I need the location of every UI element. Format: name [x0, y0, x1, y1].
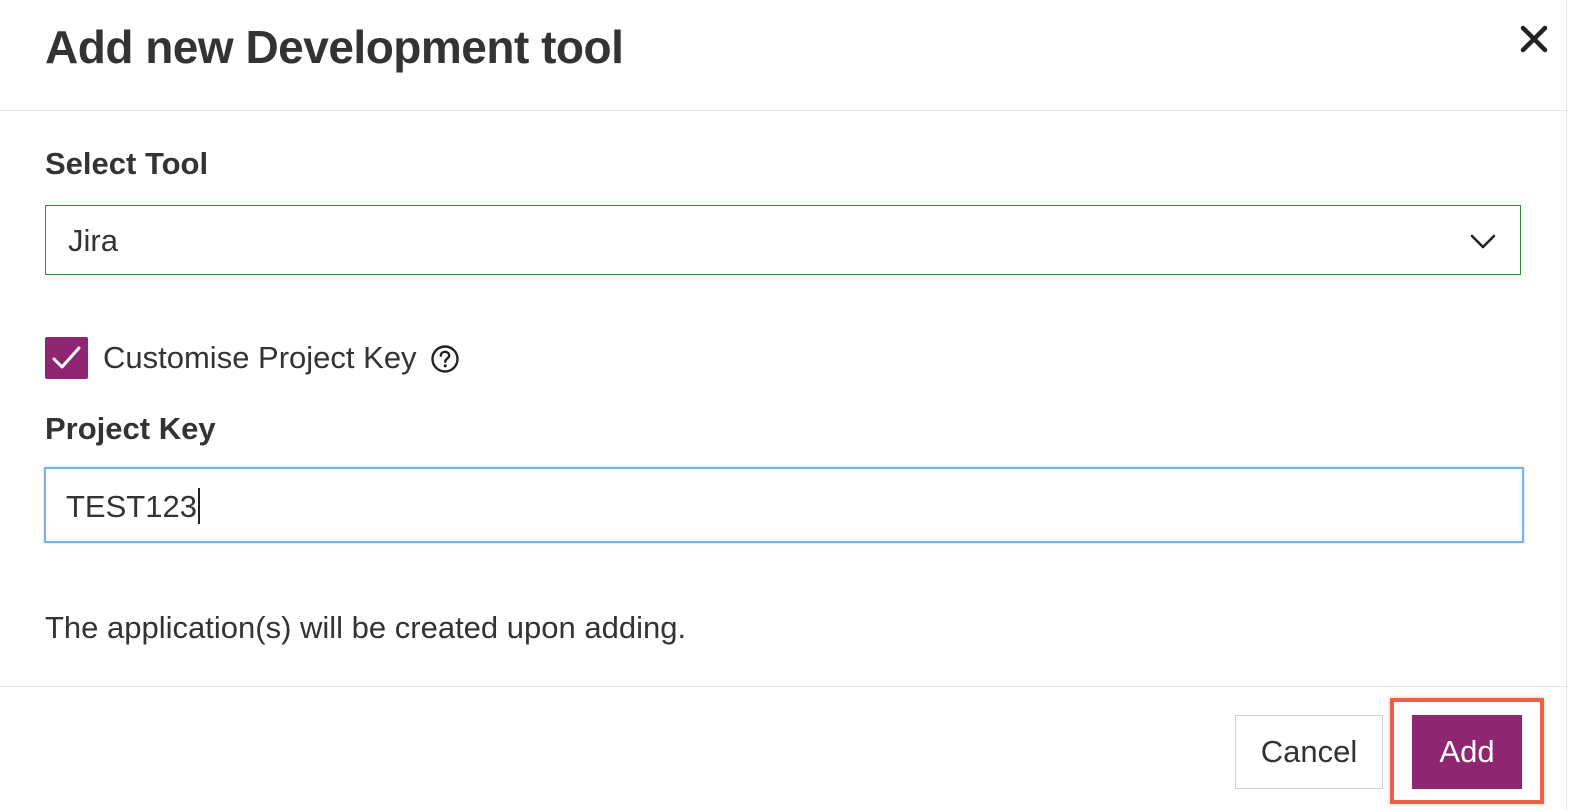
tool-select-value: Jira	[68, 223, 118, 258]
cancel-button[interactable]: Cancel	[1235, 715, 1383, 789]
text-caret	[197, 488, 200, 524]
project-key-input[interactable]: TEST123	[44, 467, 1524, 543]
add-development-tool-dialog: Add new Development tool Select Tool Jir…	[0, 0, 1574, 810]
project-key-value: TEST123	[66, 489, 197, 524]
dialog-title: Add new Development tool	[45, 21, 624, 73]
question-circle-icon[interactable]	[430, 344, 460, 374]
customise-project-key-label[interactable]: Customise Project Key	[103, 340, 417, 376]
dialog-header: Add new Development tool	[0, 0, 1566, 111]
info-message: The application(s) will be created upon …	[45, 610, 687, 645]
chevron-down-icon	[1468, 230, 1498, 252]
close-icon[interactable]	[1517, 22, 1551, 56]
select-tool-label: Select Tool	[45, 146, 209, 181]
project-key-label: Project Key	[45, 411, 216, 446]
footer-divider	[0, 686, 1566, 687]
customise-project-key-checkbox[interactable]	[45, 337, 88, 379]
checkmark-icon	[52, 346, 81, 369]
tool-select[interactable]: Jira	[45, 205, 1521, 275]
add-button[interactable]: Add	[1412, 715, 1522, 789]
dialog-edge	[1566, 0, 1567, 810]
